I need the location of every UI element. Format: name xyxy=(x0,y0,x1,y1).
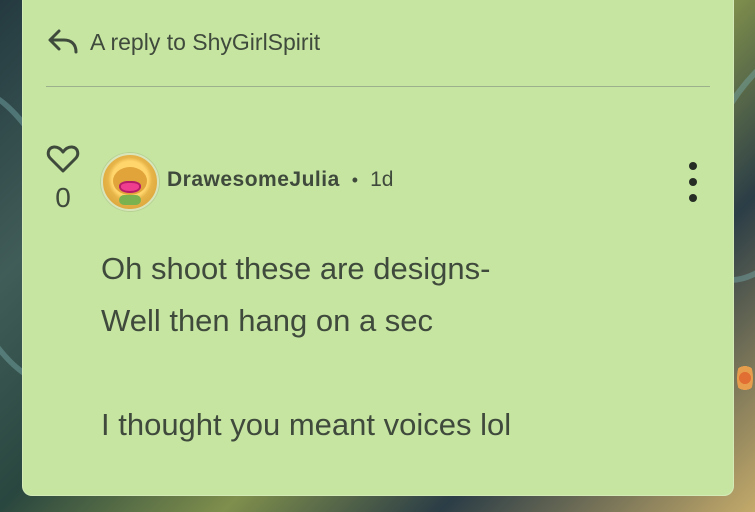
comment-card: A reply to ShyGirlSpirit 0 DrawesomeJuli… xyxy=(22,0,734,496)
comment-line: I thought you meant voices lol xyxy=(101,407,512,442)
reply-context[interactable]: A reply to ShyGirlSpirit xyxy=(46,25,320,59)
background-accent xyxy=(737,360,753,396)
like-count: 0 xyxy=(55,182,71,213)
divider xyxy=(46,86,710,87)
meta-separator: • xyxy=(351,169,359,190)
comment-body: Oh shoot these are designs- Well then ha… xyxy=(101,243,511,451)
comment-line: Well then hang on a sec xyxy=(101,303,434,338)
timestamp: 1d xyxy=(370,168,394,191)
heart-outline-icon[interactable] xyxy=(46,145,80,178)
reply-arrow-icon xyxy=(46,27,80,57)
menu-dot xyxy=(689,162,697,170)
reply-label: A reply to ShyGirlSpirit xyxy=(90,28,321,55)
screen-background: { "reply": { "text": "A reply to ShyGirl… xyxy=(0,0,755,512)
like-control[interactable]: 0 xyxy=(46,144,80,214)
menu-dot xyxy=(689,194,697,202)
comment-line xyxy=(101,347,511,399)
vertical-dots-icon[interactable] xyxy=(683,162,703,202)
avatar-lips xyxy=(119,181,141,193)
username[interactable]: DrawesomeJulia xyxy=(167,168,340,192)
menu-dot xyxy=(689,178,697,186)
comment-meta: DrawesomeJulia • 1d xyxy=(167,165,393,195)
avatar-base xyxy=(119,195,141,205)
lips-avatar-icon[interactable] xyxy=(101,153,159,211)
comment-line: Oh shoot these are designs- xyxy=(101,251,491,286)
